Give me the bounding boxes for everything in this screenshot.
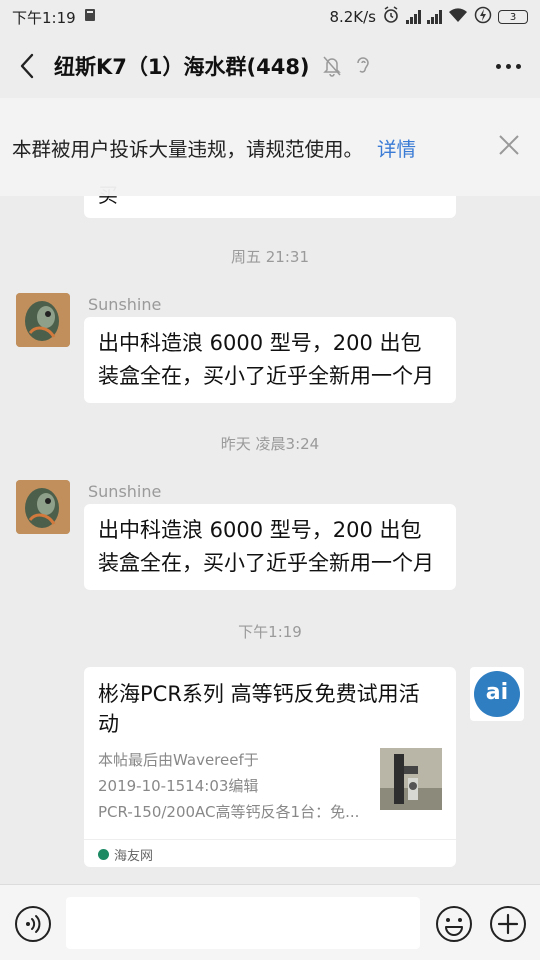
card-thumbnail: [380, 748, 442, 810]
back-arrow-icon[interactable]: [0, 34, 54, 98]
chat-area[interactable]: 买 周五 21:31 Sunshine 出中科造浪 6000 型号，200 出包…: [0, 98, 540, 884]
message-text: 出中科造浪 6000 型号，200 出包装盒全在，买小了近乎全新用一个月: [98, 331, 434, 388]
wifi-icon: [448, 7, 468, 27]
battery-icon: 3: [498, 10, 528, 24]
card-title: 彬海PCR系列 高等钙反免费试用活动: [98, 682, 420, 736]
more-options-icon[interactable]: [492, 52, 524, 80]
timestamp: 周五 21:31: [231, 248, 309, 266]
divider: [84, 839, 456, 840]
message-bubble[interactable]: 出中科造浪 6000 型号，200 出包装盒全在，买小了近乎全新用一个月: [84, 504, 456, 590]
timestamp: 下午1:19: [238, 623, 302, 641]
shared-link-card[interactable]: 彬海PCR系列 高等钙反免费试用活动 本帖最后由Wavereef于 2019-1…: [84, 667, 456, 867]
chat-title: 纽斯K7（1）海水群(448): [54, 55, 310, 79]
earpiece-icon: [354, 55, 372, 77]
status-time: 下午1:19: [12, 8, 76, 27]
notice-text: 本群被用户投诉大量违规，请规范使用。: [12, 137, 364, 161]
mute-bell-icon: [322, 55, 342, 77]
source-logo-icon: [98, 849, 109, 860]
card-description-line: PCR-150/200AC高等钙反各1台：免...: [98, 803, 360, 821]
complaint-notice-banner: 本群被用户投诉大量违规，请规范使用。 详情: [0, 98, 540, 196]
card-source: 海友网: [98, 845, 153, 864]
notice-details-link[interactable]: 详情: [377, 133, 416, 162]
message-text: 出中科造浪 6000 型号，200 出包装盒全在，买小了近乎全新用一个月: [98, 518, 434, 575]
avatar-text: ai: [486, 680, 508, 705]
my-avatar[interactable]: ai: [470, 667, 524, 721]
input-bar: [0, 884, 540, 960]
notification-icon: [84, 8, 96, 26]
avatar[interactable]: [16, 293, 70, 347]
sender-name: Sunshine: [88, 295, 162, 314]
status-bar: 下午1:19 8.2K/s 3: [0, 0, 540, 34]
plus-icon[interactable]: [489, 905, 527, 947]
emoji-icon[interactable]: [435, 905, 473, 947]
message-input[interactable]: [66, 897, 420, 949]
voice-input-icon[interactable]: [14, 905, 52, 947]
message-bubble[interactable]: 出中科造浪 6000 型号，200 出包装盒全在，买小了近乎全新用一个月: [84, 317, 456, 403]
signal-icon-2: [427, 10, 442, 24]
charging-icon: [474, 6, 492, 28]
chat-header: 纽斯K7（1）海水群(448): [0, 34, 540, 98]
sender-name: Sunshine: [88, 482, 162, 501]
signal-icon: [406, 10, 421, 24]
source-name: 海友网: [114, 849, 154, 864]
close-icon[interactable]: [498, 134, 520, 160]
alarm-icon: [382, 6, 400, 28]
card-description-line: 2019-10-1514:03编辑: [98, 777, 259, 795]
card-description-line: 本帖最后由Wavereef于: [98, 751, 259, 769]
timestamp: 昨天 凌晨3:24: [220, 435, 320, 453]
avatar[interactable]: [16, 480, 70, 534]
network-speed: 8.2K/s: [329, 8, 376, 26]
card-description: 本帖最后由Wavereef于 2019-10-1514:03编辑 PCR-150…: [98, 747, 368, 825]
